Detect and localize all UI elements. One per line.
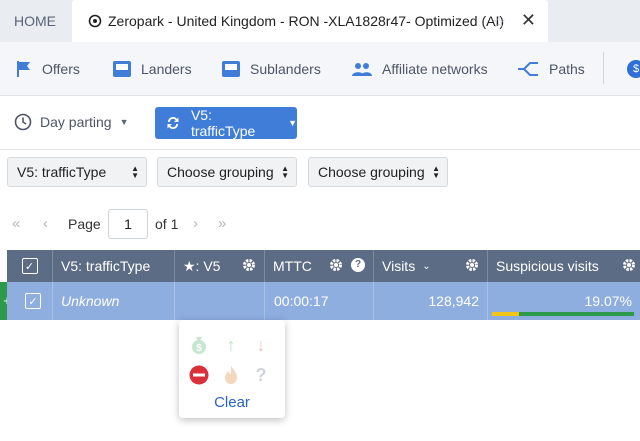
day-parting-dropdown[interactable]: Day parting ▼ [14,107,129,137]
grouping-select-3[interactable]: Choose grouping ▲ ▼ [308,157,448,187]
column-header-suspicious-visits[interactable]: Suspicious visits [488,250,640,282]
column-header-label: ★: V5 [183,257,221,274]
pager: « ‹ Page 1 of 1 › » [0,206,640,242]
select-arrows-icon: ▲ ▼ [432,164,440,180]
arrow-up-icon[interactable]: ↑ [220,334,242,356]
column-header-visits[interactable]: Visits ⌄ [374,250,488,282]
sort-desc-icon: ⌄ [422,260,431,272]
grouping-value: Choose grouping [318,164,425,180]
column-header-label: Suspicious visits [496,258,599,274]
paths-icon [518,62,538,76]
select-arrows-icon: ▲ ▼ [131,164,139,180]
first-page-icon[interactable]: « [12,215,20,232]
nav-label: Offers [42,61,80,77]
column-header-mttc[interactable]: MTTC ? [265,250,374,282]
people-icon [352,63,372,76]
tab-title: Zeropark - United Kingdom - RON -XLA1828… [108,13,505,29]
clear-button[interactable]: Clear [179,394,285,411]
prev-page-icon[interactable]: ‹ [43,215,48,232]
nav-label: Sublanders [250,61,321,77]
page-count: of 1 [155,216,179,232]
caret-down-icon: ▼ [288,118,297,128]
caret-down-icon: ▼ [119,117,129,127]
money-bag-icon[interactable]: $ [188,334,210,356]
rating-popup: $ ↑ ↓ ? Clear [179,320,285,418]
grouping-value: V5: trafficType [17,164,107,180]
day-parting-label: Day parting [40,114,112,130]
divider [0,149,640,150]
column-header-v5[interactable]: ★: V5 [175,250,265,282]
landers-icon [113,61,131,77]
tab-home[interactable]: HOME [0,0,70,42]
close-icon[interactable]: ✕ [521,10,536,31]
grouping-select-1[interactable]: V5: trafficType ▲ ▼ [7,157,147,187]
cell-visits: 128,942 [374,282,488,320]
column-header-traffic-type[interactable]: V5: trafficType [53,250,175,282]
refresh-icon [167,117,179,129]
nav-item-offers[interactable]: Offers [16,42,80,96]
nav-item-landers[interactable]: Landers [113,42,192,96]
column-header-label: V5: trafficType [61,258,151,274]
nav-label: Affiliate networks [382,61,488,77]
column-header-label: Visits [382,258,416,274]
svg-text:$: $ [196,343,202,354]
cell-mttc: 00:00:17 [265,282,374,320]
nav-label: Paths [549,61,585,77]
coin-icon[interactable]: $ [627,60,640,78]
gear-icon[interactable] [329,258,343,272]
page-input[interactable]: 1 [108,209,148,239]
clock-icon [14,113,32,131]
nav-item-sublanders[interactable]: Sublanders [222,42,321,96]
nav-item-paths[interactable]: Paths [517,42,585,96]
suspicious-visits-bar [492,312,634,316]
row-select-cell: ✓ [14,282,53,320]
target-icon [88,14,102,28]
select-all-cell: ✓ [7,250,53,282]
nav-divider [603,52,604,84]
nav-item-affiliate-networks[interactable]: Affiliate networks [352,42,488,96]
main-nav: Offers Landers Sublanders Affiliate netw… [0,42,640,96]
gear-icon[interactable] [465,258,479,272]
row-checkbox[interactable]: ✓ [25,293,41,309]
select-all-checkbox[interactable]: ✓ [21,258,38,274]
last-page-icon[interactable]: » [218,215,226,232]
stop-icon[interactable] [188,364,210,386]
suspicious-visits-bar-fill [492,312,519,316]
gear-icon[interactable] [242,258,256,272]
traffic-type-label: V5: trafficType [190,107,256,139]
fire-icon[interactable] [220,364,242,386]
table-header: ✓ V5: trafficType ★: V5 MTTC ? Visits ⌄ … [7,250,640,282]
tab-bar: HOME Zeropark - United Kingdom - RON -XL… [0,0,640,42]
cell-v5-rating[interactable] [175,282,265,320]
star-icon[interactable]: ☆ [492,12,506,32]
toolbar: Day parting ▼ [0,97,640,149]
question-icon[interactable]: ? [250,364,272,386]
flag-icon [17,61,30,77]
sublanders-icon [222,61,240,77]
gear-icon[interactable] [622,258,636,272]
tab-campaign[interactable]: Zeropark - United Kingdom - RON -XLA1828… [72,0,548,42]
column-header-label: MTTC [273,258,312,274]
arrow-down-icon[interactable]: ↓ [250,334,272,356]
help-icon[interactable]: ? [351,258,365,272]
select-arrows-icon: ▲ ▼ [281,164,289,180]
cell-traffic-type: Unknown [53,282,175,320]
next-page-icon[interactable]: › [193,215,198,232]
nav-label: Landers [141,61,192,77]
page-label: Page [68,216,101,232]
traffic-type-button[interactable]: V5: trafficType ▼ [155,107,297,139]
grouping-select-2[interactable]: Choose grouping ▲ ▼ [157,157,297,187]
grouping-value: Choose grouping [167,164,274,180]
